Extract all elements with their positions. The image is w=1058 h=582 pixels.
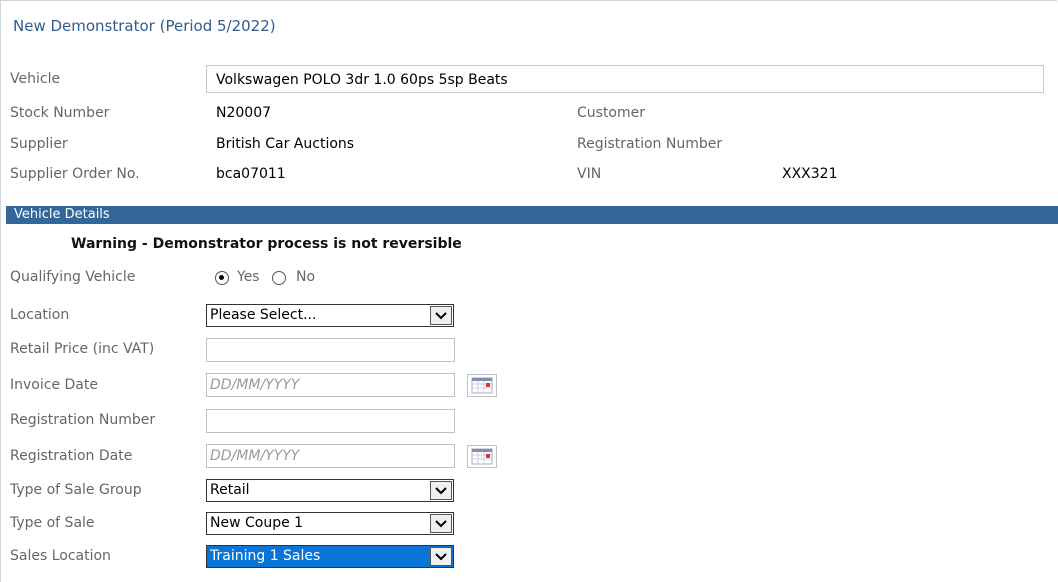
vin-label: VIN [577,166,602,182]
registration-number-info-label: Registration Number [577,136,723,152]
qualifying-yes-radio[interactable] [215,271,229,285]
invoice-date-placeholder: DD/MM/YYYY [210,377,300,393]
sales-location-value: Training 1 Sales [210,548,321,564]
customer-label: Customer [577,105,646,121]
chevron-down-icon[interactable] [430,514,452,533]
warning-message: Warning - Demonstrator process is not re… [71,236,462,252]
qualifying-yes-label[interactable]: Yes [237,269,260,285]
registration-date-label: Registration Date [10,448,133,464]
calendar-icon[interactable] [467,445,497,468]
location-value: Please Select... [210,307,317,323]
registration-number-input[interactable] [206,409,455,433]
vin-value: XXX321 [782,166,838,182]
sale-type-label: Type of Sale [10,515,95,531]
chevron-down-icon[interactable] [430,306,452,325]
retail-price-input[interactable] [206,338,455,362]
sale-group-value: Retail [210,482,250,498]
vehicle-details-section-header: Vehicle Details [6,206,1058,224]
stock-number-label: Stock Number [10,105,110,121]
vehicle-value: Volkswagen POLO 3dr 1.0 60ps 5sp Beats [216,72,508,88]
vehicle-label: Vehicle [10,71,61,87]
registration-date-input[interactable]: DD/MM/YYYY [206,444,455,468]
supplier-label: Supplier [10,136,68,152]
qualifying-no-label[interactable]: No [296,269,315,285]
invoice-date-label: Invoice Date [10,377,98,393]
calendar-icon[interactable] [467,374,497,397]
qualifying-vehicle-label: Qualifying Vehicle [10,269,136,285]
supplier-order-label: Supplier Order No. [10,166,140,182]
registration-number-label: Registration Number [10,412,156,428]
registration-date-placeholder: DD/MM/YYYY [210,448,300,464]
supplier-value: British Car Auctions [216,136,355,152]
location-select[interactable]: Please Select... [206,304,454,327]
vehicle-field[interactable]: Volkswagen POLO 3dr 1.0 60ps 5sp Beats [206,65,1044,93]
page-title: New Demonstrator (Period 5/2022) [13,17,276,35]
chevron-down-icon[interactable] [430,547,452,566]
location-label: Location [10,307,70,323]
stock-number-value: N20007 [216,105,272,121]
sale-type-value: New Coupe 1 [210,515,304,531]
qualifying-no-radio[interactable] [272,271,286,285]
sales-location-select[interactable]: Training 1 Sales [206,545,454,568]
chevron-down-icon[interactable] [430,481,452,500]
supplier-order-value: bca07011 [216,166,286,182]
sale-type-select[interactable]: New Coupe 1 [206,512,454,535]
sales-location-label: Sales Location [10,548,111,564]
sale-group-label: Type of Sale Group [10,482,142,498]
sale-group-select[interactable]: Retail [206,479,454,502]
invoice-date-input[interactable]: DD/MM/YYYY [206,373,455,397]
retail-price-label: Retail Price (inc VAT) [10,341,155,357]
